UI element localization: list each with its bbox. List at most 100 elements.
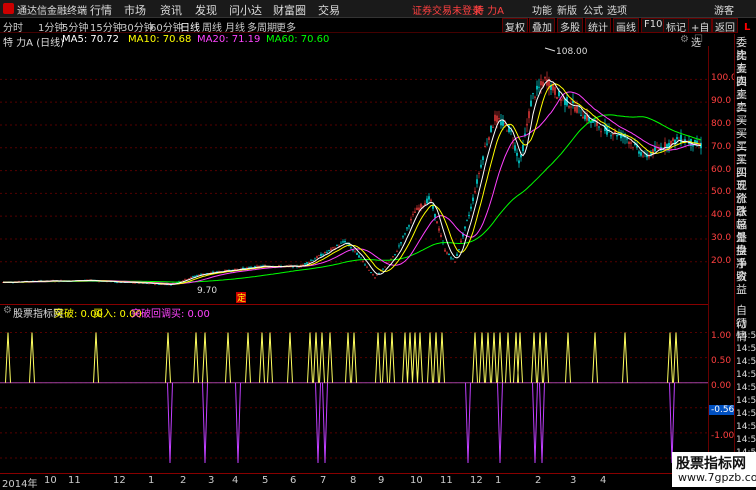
menu-xuanxiang[interactable]: 选项 — [607, 2, 627, 17]
candle-body — [384, 266, 386, 268]
ma60-value: MA60: 70.60 — [266, 34, 330, 45]
time-item-4: 14:50 — [736, 357, 756, 367]
candle-body — [622, 136, 624, 137]
indicator-spikes — [5, 332, 679, 463]
breakout-spike — [165, 332, 171, 383]
candle-body — [370, 272, 372, 273]
tab-daily[interactable]: 日线 — [180, 19, 200, 34]
candle-body — [480, 164, 482, 168]
candle-body — [510, 130, 512, 132]
tab-5min[interactable]: 5分钟 — [62, 19, 88, 34]
tab-more[interactable]: 更多 — [276, 19, 296, 34]
toolbar-biaoji-button[interactable]: 标记 — [663, 18, 689, 34]
toolbar-fuquan-button[interactable]: 复权 — [502, 18, 528, 34]
app-name: 通达信金融终端 — [17, 6, 87, 17]
candle-body — [438, 228, 440, 231]
toolbar-huaxian-button[interactable]: 画线 — [613, 18, 639, 34]
menu-faxian[interactable]: 发现 — [195, 2, 217, 18]
tab-monthly[interactable]: 月线 — [225, 19, 245, 34]
indicator-chart[interactable] — [0, 316, 708, 472]
user-guest[interactable]: 游客 — [714, 2, 734, 17]
candle-body — [526, 123, 528, 126]
indicator-settings-icon[interactable]: ⚙ — [3, 305, 12, 316]
menu-gongshi[interactable]: 公式 — [583, 2, 603, 17]
settings-icon[interactable]: ⚙ — [680, 34, 689, 45]
candle-body — [366, 266, 368, 268]
ma10-value: MA10: 70.68 — [128, 34, 192, 45]
maximize-icon[interactable]: ☐ — [694, 34, 703, 45]
toolbar-tongji-button[interactable]: 统计 — [585, 18, 611, 34]
date-tick-13: 10 — [410, 475, 423, 486]
ma-info-bar: 特 力A (日线) MA5: 70.72 MA10: 70.68 MA20: 7… — [0, 34, 708, 49]
breakout-spike — [505, 332, 511, 383]
candle-body — [318, 255, 320, 257]
tab-1min[interactable]: 1分钟 — [38, 19, 64, 34]
tab-30min[interactable]: 30分钟 — [121, 19, 154, 34]
menu-shichang[interactable]: 市场 — [124, 2, 146, 18]
date-tick-16: 1 — [495, 475, 502, 486]
kline-chart[interactable]: 108.00 9.70 定 — [0, 46, 708, 304]
candle-body — [492, 126, 494, 128]
candle-body — [484, 146, 486, 148]
date-tick-14: 11 — [440, 475, 453, 486]
tab-15min[interactable]: 15分钟 — [90, 19, 123, 34]
login-warning[interactable]: 证券交易未登录 — [412, 2, 482, 17]
time-item-5: 14:50 — [736, 370, 756, 380]
candle-body — [424, 203, 426, 206]
candle-body — [626, 138, 628, 140]
candle-body — [298, 266, 300, 268]
menu-xinban[interactable]: 新版 — [557, 2, 577, 17]
candle-body — [190, 276, 192, 278]
candle-body — [464, 226, 466, 229]
candle-body — [434, 213, 436, 218]
candle-body — [494, 114, 496, 122]
candle-body — [522, 144, 524, 152]
menu-gongneng[interactable]: 功能 — [532, 2, 552, 17]
date-tick-12: 9 — [378, 475, 385, 486]
side-item-18[interactable]: 收益 — [736, 270, 756, 296]
candle-body — [200, 273, 202, 275]
date-tick-19: 4 — [600, 475, 607, 486]
candle-body — [518, 160, 520, 164]
date-tick-7: 4 — [232, 475, 239, 486]
menu-hangqing[interactable]: 行情 — [90, 2, 112, 18]
candle-body — [362, 261, 364, 262]
menu-wenxiaoda[interactable]: 问小达 — [229, 2, 262, 18]
candle-body — [426, 198, 428, 204]
toolbar-add-watchlist-button[interactable]: +自选 — [688, 18, 713, 49]
menu-caifuquan[interactable]: 财富圈 — [273, 2, 306, 18]
candle-body — [514, 145, 516, 151]
menu-zixun[interactable]: 资讯 — [160, 2, 182, 18]
candle-body — [154, 283, 156, 285]
tab-weekly[interactable]: 周线 — [202, 19, 222, 34]
candle-body — [568, 106, 570, 108]
time-item-2: 14:50 — [736, 331, 756, 341]
toolbar-back-button[interactable]: 返回 — [712, 18, 738, 34]
pullback-spike — [669, 382, 675, 463]
toolbar-f10-button[interactable]: F10 — [641, 18, 666, 33]
toolbar-diejia-button[interactable]: 叠加 — [529, 18, 555, 34]
quote-side-panel: 委比 卖五 卖四 卖三 卖二 卖一 买一 买二 买三 买四 买五 现价 涨跌 涨幅 总量 外盘 换手 净资 收益 自动… — [734, 34, 756, 487]
candle-body — [446, 252, 448, 254]
pullback-spike — [465, 382, 471, 463]
candle-body — [392, 256, 394, 257]
candle-body — [312, 259, 314, 261]
indicator-current-value: -0.56 — [709, 404, 737, 415]
candle-body — [394, 254, 396, 255]
candle-body — [560, 99, 562, 101]
time-item-6: 14:50 — [736, 383, 756, 393]
period-tab-bar: 分时 1分钟 5分钟 15分钟 30分钟 60分钟 日线 周线 月线 多周期 更… — [0, 18, 713, 49]
price-tick-6: 40.0 — [711, 210, 732, 221]
candle-body — [528, 111, 530, 119]
candle-body — [364, 264, 366, 266]
toolbar-duogu-button[interactable]: 多股 — [557, 18, 583, 34]
candle-body — [436, 221, 438, 224]
tab-fenshi[interactable]: 分时 — [3, 19, 23, 34]
candle-body — [472, 197, 474, 201]
candle-body — [456, 254, 458, 256]
low-price-label: 9.70 — [197, 286, 217, 296]
tab-60min[interactable]: 60分钟 — [150, 19, 183, 34]
menu-jiaoyi[interactable]: 交易 — [318, 2, 340, 18]
candle-body — [556, 96, 558, 99]
tab-multi-period[interactable]: 多周期 — [247, 19, 277, 34]
